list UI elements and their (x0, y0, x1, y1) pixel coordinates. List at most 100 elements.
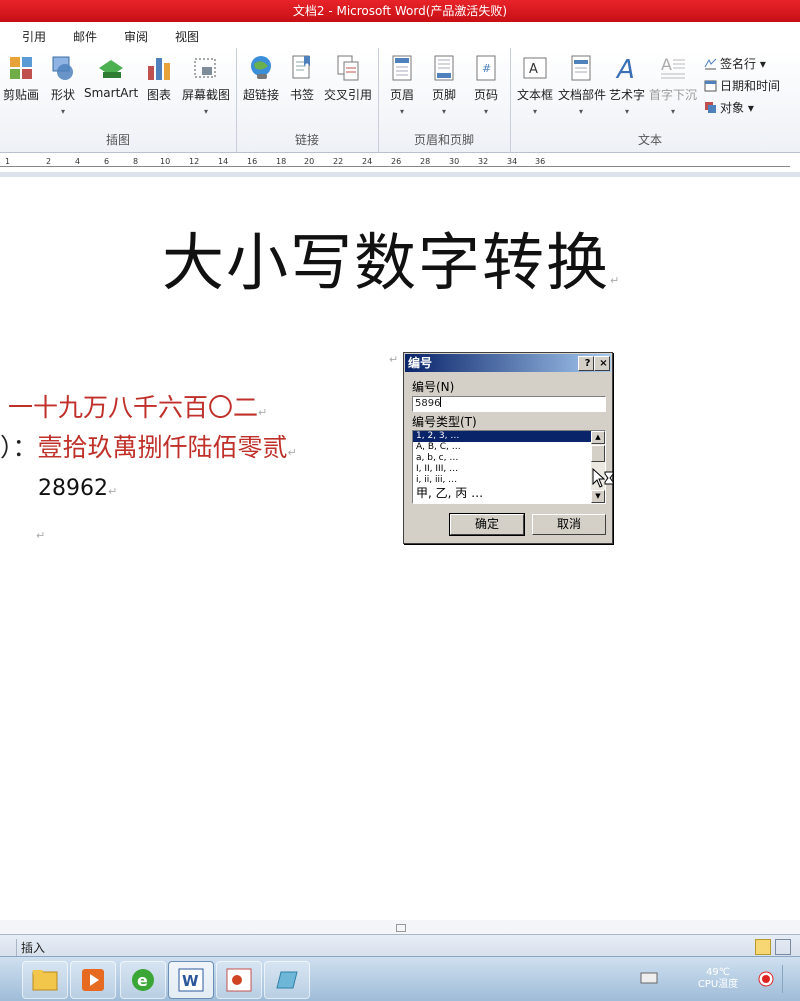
file-explorer-button[interactable] (22, 961, 68, 999)
dropcap-dropdown-icon: ▾ (670, 107, 675, 116)
quick-parts-label: 文档部件 (558, 88, 607, 102)
chinese-lowercase-line[interactable]: 一十九万八千六百〇二↵ (8, 388, 267, 424)
cpu-temperature[interactable]: 49℃ CPU温度 (690, 967, 746, 991)
number-type-option[interactable]: i, ii, iii, … (413, 475, 605, 486)
wordart-dropdown-icon: ▾ (624, 107, 629, 116)
browser-icon: e (132, 969, 154, 991)
screenshot-button[interactable]: 屏幕截图 ▾ (180, 54, 232, 116)
media-player-button[interactable] (70, 961, 116, 999)
wordart-label: 艺术字 (608, 88, 645, 102)
number-text: 28962 (38, 476, 108, 501)
tab-review[interactable]: 审阅 (124, 28, 148, 45)
smartart-button[interactable]: SmartArt (84, 54, 138, 100)
signature-line-icon (704, 58, 717, 70)
show-desktop-button[interactable] (782, 965, 793, 993)
ruler-tick: 10 (160, 157, 171, 166)
svg-text:A: A (615, 55, 635, 82)
shapes-button[interactable]: 形状 ▾ (46, 54, 80, 116)
cancel-button[interactable]: 取消 (532, 514, 606, 535)
number-input[interactable]: 5896 (412, 396, 606, 412)
ruler-tick: 16 (247, 157, 258, 166)
word-button[interactable]: W (168, 961, 214, 999)
bookmark-label: 书签 (289, 88, 314, 102)
dropcap-label: 首字下沉 (648, 88, 697, 102)
page-top-edge (0, 172, 800, 177)
page-number-button[interactable]: # 页码 ▾ (468, 54, 504, 116)
header-footer-group-label: 页眉和页脚 (413, 133, 474, 147)
header-button[interactable]: 页眉 ▾ (384, 54, 420, 116)
number-type-option[interactable]: 甲, 乙, 丙 … (413, 486, 605, 500)
number-type-option[interactable]: a, b, c, … (413, 453, 605, 464)
svg-text:e: e (137, 971, 148, 990)
help-button[interactable]: ? (578, 356, 594, 371)
quick-parts-button[interactable]: 文档部件 ▾ (558, 54, 607, 116)
scrollbar-grip[interactable] (396, 924, 406, 932)
hyperlink-button[interactable]: 超链接 (240, 54, 282, 103)
print-layout-view-icon[interactable] (755, 939, 771, 955)
document-title-text: 大小写数字转换 (162, 226, 611, 299)
clipart-button[interactable]: 剪贴画 (2, 54, 40, 103)
ok-button[interactable]: 确定 (449, 513, 525, 536)
tab-mailings[interactable]: 邮件 (73, 28, 97, 45)
signature-line-button[interactable]: 签名行 ▾ (704, 55, 766, 72)
number-input-value: 5896 (415, 398, 441, 409)
object-icon (705, 102, 716, 113)
cross-reference-button[interactable]: 交叉引用 (322, 54, 374, 103)
number-type-option[interactable]: A, B, C, … (413, 442, 605, 453)
chart-button[interactable]: 图表 (142, 54, 176, 103)
keyboard-icon[interactable] (640, 969, 658, 985)
ruler-baseline (0, 166, 790, 167)
empty-paragraph[interactable]: ↵ (36, 528, 45, 542)
notes-icon (276, 971, 298, 989)
horizontal-ruler[interactable]: 1 2 4 6 8 10 12 14 16 18 20 22 24 26 28 … (0, 153, 800, 172)
record-icon[interactable] (758, 971, 774, 987)
app-button[interactable] (264, 961, 310, 999)
ruler-tick: 36 (535, 157, 546, 166)
ribbon: 剪贴画 形状 ▾ SmartArt 图表 屏幕截图 ▾ 插图 超链接 书签 交叉… (0, 48, 800, 153)
links-group-label: 链接 (294, 133, 319, 147)
date-time-button[interactable]: 日期和时间 (704, 77, 780, 94)
temperature-value: 49℃ (706, 967, 730, 978)
chinese-uppercase-line[interactable]: ）：壹拾玖萬捌仟陆佰零贰↵ (0, 428, 297, 464)
object-button[interactable]: 对象 ▾ (704, 99, 754, 116)
date-time-icon (704, 80, 717, 92)
insert-mode-indicator[interactable]: 插入 (16, 939, 49, 956)
wordart-button[interactable]: A 艺术字 ▾ (608, 54, 646, 116)
tab-references[interactable]: 引用 (22, 28, 46, 45)
reading-view-icon[interactable] (775, 939, 791, 955)
header-icon (392, 55, 412, 81)
tab-view[interactable]: 视图 (175, 28, 199, 45)
list-scrollbar[interactable]: ▲ ▼ (591, 431, 605, 503)
number-type-list[interactable]: 1, 2, 3, … A, B, C, … a, b, c, … I, II, … (412, 430, 606, 504)
number-line[interactable]: 28962↵ (38, 476, 117, 501)
svg-text:A: A (661, 55, 672, 74)
number-type-option[interactable]: I, II, III, … (413, 464, 605, 475)
footer-icon (434, 55, 454, 81)
page-number-label: 页码 (473, 88, 498, 102)
ruler-tick: 22 (333, 157, 344, 166)
window-title-bar: 文档2 - Microsoft Word(产品激活失败) (0, 0, 800, 22)
svg-text:#: # (482, 62, 491, 75)
line2-prefix: ）： (0, 433, 38, 462)
dropcap-button[interactable]: A 首字下沉 ▾ (648, 54, 698, 116)
close-button[interactable]: × (594, 356, 610, 371)
paragraph-mark: ↵ (258, 406, 268, 419)
document-title[interactable]: 大小写数字转换↵ (162, 212, 621, 302)
links-group: 超链接 书签 交叉引用 链接 (236, 48, 379, 152)
dialog-title-bar[interactable]: 编号 ? × (405, 354, 611, 372)
text-group: A 文本框 ▾ 文档部件 ▾ A 艺术字 ▾ A 首字下沉 ▾ 签名行 ▾ 日期… (510, 48, 790, 152)
page-number-icon: # (476, 55, 496, 81)
horizontal-scrollbar[interactable] (0, 920, 800, 934)
number-type-option[interactable]: 1, 2, 3, … (413, 431, 605, 442)
scroll-thumb[interactable] (591, 445, 605, 462)
scroll-up-icon[interactable]: ▲ (591, 431, 605, 444)
footer-button[interactable]: 页脚 ▾ (426, 54, 462, 116)
bookmark-button[interactable]: 书签 (286, 54, 318, 103)
page-number-dropdown-icon: ▾ (483, 107, 488, 116)
ie-browser-button[interactable]: e (120, 961, 166, 999)
paragraph-mark: ↵ (108, 485, 118, 498)
powerpoint-button[interactable] (216, 961, 262, 999)
textbox-button[interactable]: A 文本框 ▾ (514, 54, 556, 116)
svg-text:A: A (529, 62, 538, 77)
chart-icon (148, 58, 170, 80)
